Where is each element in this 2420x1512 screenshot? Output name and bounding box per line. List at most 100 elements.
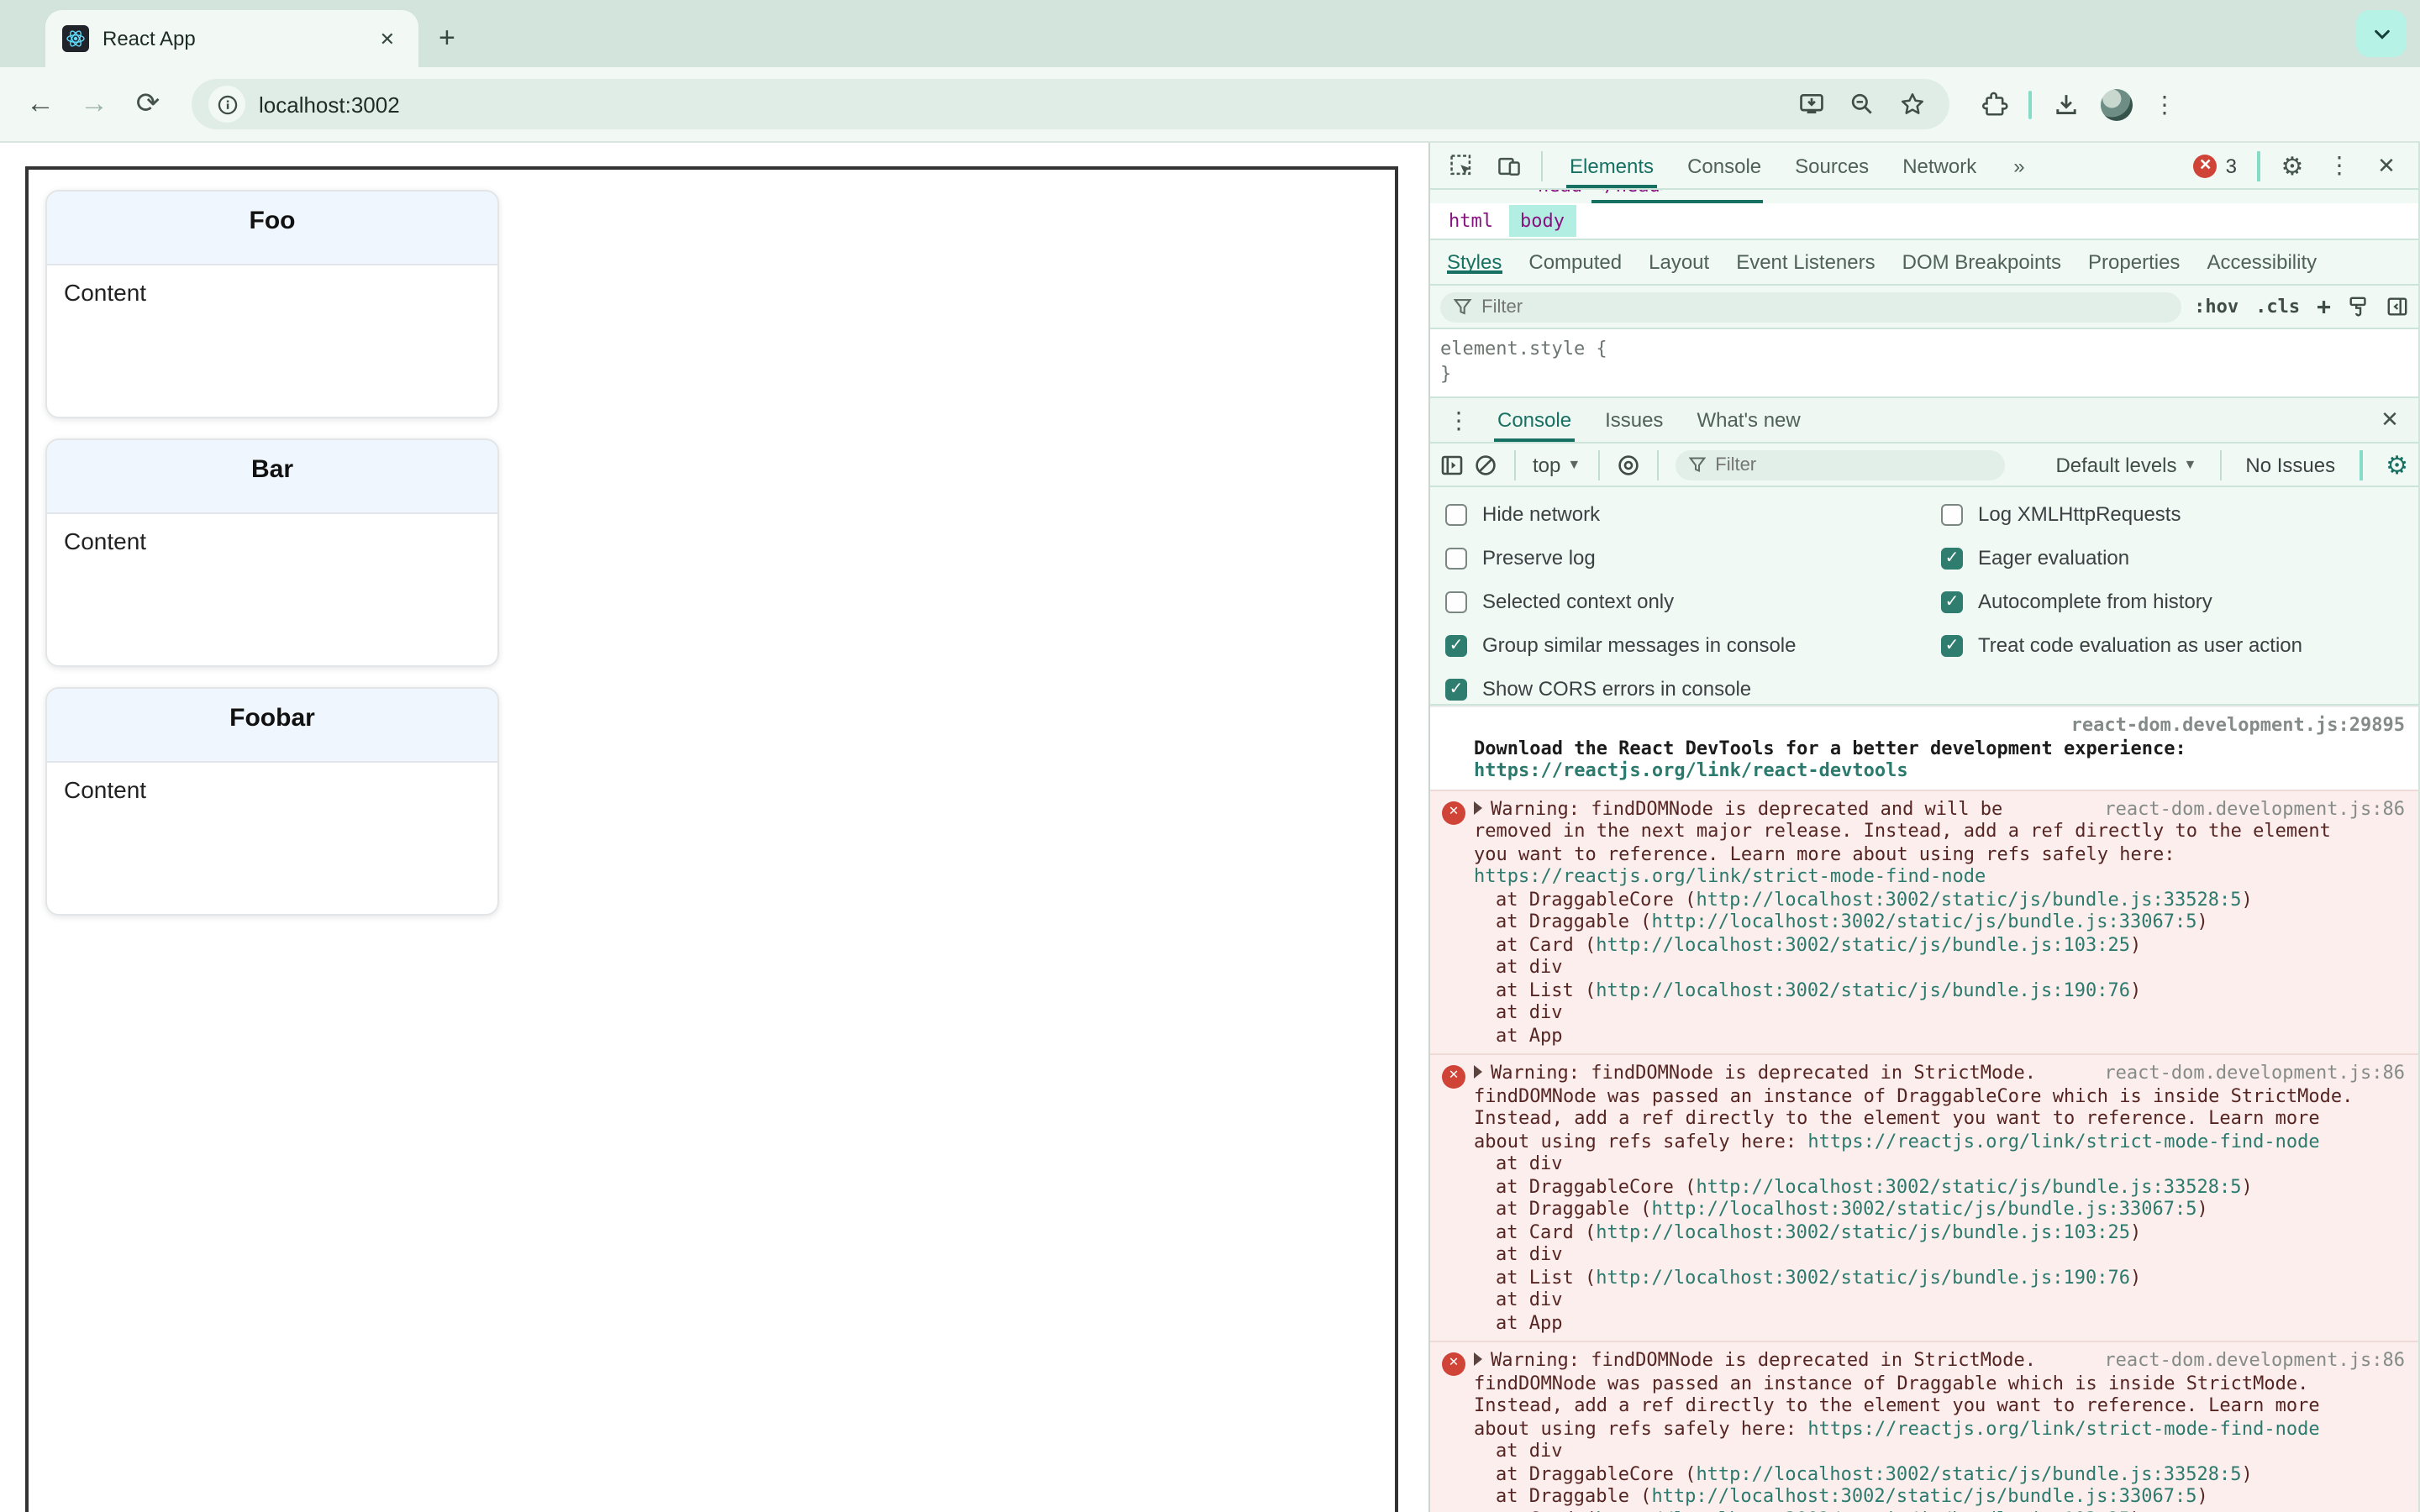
stack-frame-link[interactable]: http://localhost:3002/static/js/bundle.j…	[1651, 1485, 2196, 1507]
draggable-card[interactable]: Foo Content	[45, 190, 499, 418]
card-title[interactable]: Foobar	[47, 689, 497, 763]
drawer-tab[interactable]: Issues	[1588, 398, 1680, 442]
extensions-icon[interactable]	[1980, 90, 2008, 118]
browser-menu-icon[interactable]: ⋮	[2153, 90, 2176, 118]
checkbox-icon[interactable]: ✓	[1445, 634, 1467, 656]
source-location-link[interactable]: react-dom.development.js:86	[2104, 797, 2405, 820]
checkbox-icon[interactable]: ✓	[1445, 503, 1467, 525]
site-info-icon[interactable]	[208, 86, 245, 123]
elements-subtab[interactable]: Layout	[1635, 250, 1723, 274]
new-tab-button[interactable]: +	[439, 20, 455, 57]
checkbox-icon[interactable]: ✓	[1445, 678, 1467, 700]
stack-frame-link[interactable]: http://localhost:3002/static/js/bundle.j…	[1596, 933, 2130, 955]
console-sidebar-icon[interactable]	[1440, 453, 1464, 476]
console-filter[interactable]	[1675, 449, 2005, 480]
card-title[interactable]: Bar	[47, 440, 497, 514]
zoom-out-icon[interactable]	[1849, 91, 1876, 118]
issues-status[interactable]: No Issues	[2245, 453, 2335, 476]
stack-frame-link[interactable]: http://localhost:3002/static/js/bundle.j…	[1596, 979, 2130, 1000]
back-button[interactable]: ←	[17, 81, 64, 128]
elements-subtab[interactable]: Accessibility	[2193, 250, 2330, 274]
source-location-link[interactable]: react-dom.development.js:86	[2104, 1349, 2405, 1372]
console-setting[interactable]: ✓ Preserve log	[1445, 544, 1941, 571]
console-setting[interactable]: ✓ Eager evaluation	[1941, 544, 2302, 571]
bookmark-star-icon[interactable]	[1899, 91, 1926, 118]
rendering-brush-icon[interactable]	[2348, 296, 2370, 318]
stack-frame-link[interactable]: http://localhost:3002/static/js/bundle.j…	[1696, 1175, 2241, 1197]
styles-filter-input[interactable]	[1481, 297, 2168, 317]
console-setting[interactable]: ✓ Group similar messages in console	[1445, 632, 1941, 659]
draggable-card[interactable]: Bar Content	[45, 438, 499, 667]
tab-search-button[interactable]	[2356, 10, 2407, 57]
drawer-close-icon[interactable]: ✕	[2368, 398, 2412, 442]
stack-frame-link[interactable]: http://localhost:3002/static/js/bundle.j…	[1596, 1221, 2130, 1242]
devtools-close-icon[interactable]: ✕	[2365, 144, 2408, 187]
devtools-settings-icon[interactable]: ⚙	[2270, 144, 2314, 187]
log-levels-dropdown[interactable]: Default levels ▼	[2055, 453, 2196, 476]
context-selector[interactable]: top ▼	[1533, 453, 1581, 476]
drawer-tab[interactable]: What's new	[1680, 398, 1817, 442]
breadcrumb-body[interactable]: body	[1508, 205, 1576, 237]
devtools-tab[interactable]: Console	[1670, 143, 1778, 188]
source-location-link[interactable]: react-dom.development.js:86	[2104, 1062, 2405, 1084]
console-filter-input[interactable]	[1715, 454, 1991, 475]
stack-frame-link[interactable]: http://localhost:3002/static/js/bundle.j…	[1596, 1508, 2130, 1512]
console-link[interactable]: https://reactjs.org/link/react-devtools	[1474, 759, 1908, 781]
stack-frame-link[interactable]: http://localhost:3002/static/js/bundle.j…	[1651, 911, 2196, 932]
breadcrumb-html[interactable]: html	[1437, 205, 1505, 237]
reload-button[interactable]: ⟳	[124, 81, 171, 128]
sidebar-layout-icon[interactable]	[2386, 296, 2408, 318]
console-link[interactable]: https://reactjs.org/link/strict-mode-fin…	[1807, 1417, 2319, 1439]
console-setting[interactable]: ✓ Log XMLHttpRequests	[1941, 501, 2302, 528]
console-link[interactable]: https://reactjs.org/link/strict-mode-fin…	[1807, 1130, 2319, 1152]
styles-filter[interactable]	[1440, 291, 2181, 322]
source-location-link[interactable]: react-dom.development.js:29895	[2071, 714, 2405, 737]
expand-arrow-icon[interactable]	[1474, 801, 1482, 814]
error-counter[interactable]: ✕ 3	[2193, 154, 2237, 177]
drawer-tab[interactable]: Console	[1481, 398, 1588, 442]
toggle-class-button[interactable]: .cls	[2255, 296, 2300, 318]
devtools-tab[interactable]: Sources	[1778, 143, 1886, 188]
checkbox-icon[interactable]: ✓	[1445, 591, 1467, 612]
elements-subtab[interactable]: DOM Breakpoints	[1889, 250, 2075, 274]
devtools-tab[interactable]: Network	[1886, 143, 1993, 188]
tab-close-icon[interactable]: ✕	[373, 24, 402, 53]
address-bar[interactable]	[192, 79, 1949, 129]
expand-arrow-icon[interactable]	[1474, 1065, 1482, 1079]
elements-subtab[interactable]: Computed	[1515, 250, 1635, 274]
checkbox-icon[interactable]: ✓	[1941, 503, 1963, 525]
devtools-menu-icon[interactable]: ⋮	[2317, 144, 2361, 187]
stack-frame-link[interactable]: http://localhost:3002/static/js/bundle.j…	[1696, 888, 2241, 910]
console-setting[interactable]: ✓ Autocomplete from history	[1941, 588, 2302, 615]
browser-tab[interactable]: React App ✕	[45, 10, 418, 67]
downloads-icon[interactable]	[2052, 90, 2081, 118]
console-setting[interactable]: ✓ Hide network	[1445, 501, 1941, 528]
new-rule-button[interactable]: +	[2317, 293, 2331, 320]
live-expression-icon[interactable]	[1616, 453, 1639, 476]
stack-frame-link[interactable]: http://localhost:3002/static/js/bundle.j…	[1596, 1266, 2130, 1288]
inspect-element-icon[interactable]	[1440, 144, 1484, 187]
stack-frame-link[interactable]: http://localhost:3002/static/js/bundle.j…	[1696, 1462, 2241, 1484]
element-style-rule[interactable]: element.style { }	[1430, 329, 2418, 398]
console-setting[interactable]: ✓ Treat code evaluation as user action	[1941, 632, 2302, 659]
profile-avatar[interactable]	[2101, 88, 2133, 120]
console-settings-icon[interactable]: ⚙	[2386, 449, 2408, 480]
checkbox-icon[interactable]: ✓	[1941, 634, 1963, 656]
console-setting[interactable]: ✓ Selected context only	[1445, 588, 1941, 615]
elements-subtab[interactable]: Styles	[1434, 250, 1515, 274]
checkbox-icon[interactable]: ✓	[1941, 591, 1963, 612]
stack-frame-link[interactable]: http://localhost:3002/static/js/bundle.j…	[1651, 1198, 2196, 1220]
expand-arrow-icon[interactable]	[1474, 1352, 1482, 1366]
draggable-card[interactable]: Foobar Content	[45, 687, 499, 916]
install-app-icon[interactable]	[1798, 91, 1825, 118]
console-link[interactable]: https://reactjs.org/link/strict-mode-fin…	[1474, 865, 1986, 887]
more-tabs-icon[interactable]: »	[1996, 154, 2041, 177]
devtools-tab[interactable]: Elements	[1553, 143, 1670, 188]
checkbox-icon[interactable]: ✓	[1445, 547, 1467, 569]
elements-subtab[interactable]: Event Listeners	[1723, 250, 1888, 274]
toggle-hover-button[interactable]: :hov	[2194, 296, 2238, 318]
url-input[interactable]	[259, 92, 1785, 117]
forward-button[interactable]: →	[71, 81, 118, 128]
console-setting[interactable]: ✓ Show CORS errors in console	[1445, 675, 1941, 702]
device-toolbar-icon[interactable]	[1487, 144, 1531, 187]
